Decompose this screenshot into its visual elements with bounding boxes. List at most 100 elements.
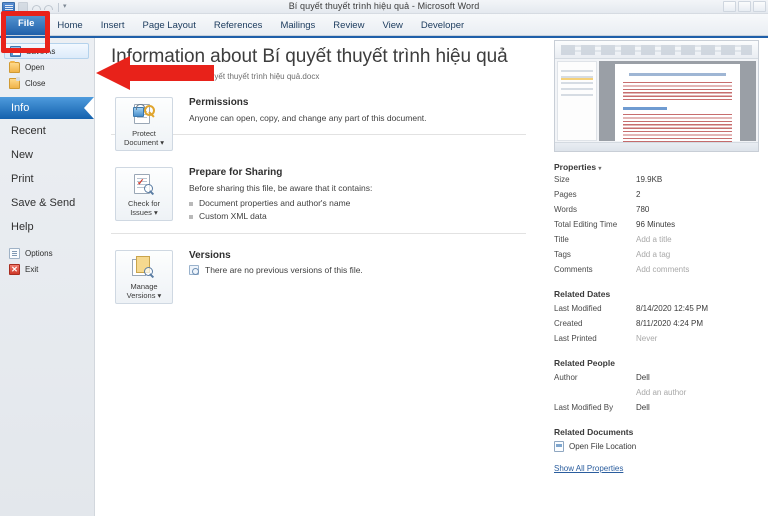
tab-developer[interactable]: Developer xyxy=(412,16,473,35)
sidebar-item-info[interactable]: Info xyxy=(0,97,94,119)
thumbnail-subheading xyxy=(623,107,667,110)
sidebar-item-open[interactable]: Open xyxy=(0,59,94,75)
table-row: Author Dell xyxy=(554,370,758,385)
check-for-issues-button[interactable]: ✓ Check for Issues ▾ xyxy=(115,167,173,221)
section-title: Prepare for Sharing xyxy=(189,167,535,178)
file-path: l\Documents\Bí quyết thuyết trình hiệu q… xyxy=(111,72,535,81)
comments-field[interactable]: Add comments xyxy=(636,262,689,277)
manage-versions-label-line2: Versions xyxy=(127,291,156,300)
property-value: 8/11/2020 4:24 PM xyxy=(636,316,703,331)
table-row[interactable]: Comments Add comments xyxy=(554,262,758,277)
show-all-properties-link[interactable]: Show All Properties xyxy=(554,464,623,473)
window-controls[interactable] xyxy=(723,1,766,12)
tab-insert[interactable]: Insert xyxy=(92,16,134,35)
open-folder-icon xyxy=(9,62,20,73)
property-label: Created xyxy=(554,316,636,331)
dropdown-caret-icon[interactable]: ▾ xyxy=(154,208,158,217)
list-item: Document properties and author's name xyxy=(189,197,535,210)
protect-document-label-line2: Document xyxy=(124,138,158,147)
version-history-icon xyxy=(189,265,199,275)
minimize-button[interactable] xyxy=(723,1,736,12)
section-divider xyxy=(111,134,526,135)
manage-versions-button[interactable]: Manage Versions ▾ xyxy=(115,250,173,304)
sidebar-item-recent[interactable]: Recent xyxy=(0,119,94,143)
section-versions: Manage Versions ▾ Versions There are no … xyxy=(111,250,535,304)
protect-document-button[interactable]: Protect Document ▾ xyxy=(115,97,173,151)
dropdown-caret-icon[interactable]: ▾ xyxy=(160,138,164,147)
thumbnail-status-bar xyxy=(555,142,758,151)
title-field[interactable]: Add a title xyxy=(636,232,672,247)
table-row: Pages 2 xyxy=(554,187,758,202)
tab-review[interactable]: Review xyxy=(324,16,373,35)
sidebar-item-label: New xyxy=(11,149,33,161)
property-value: 8/14/2020 12:45 PM xyxy=(636,301,708,316)
window-title: Bí quyết thuyết trình hiệu quả - Microso… xyxy=(0,1,768,11)
add-author-field[interactable]: Add an author xyxy=(636,385,686,400)
sidebar-divider xyxy=(0,91,94,97)
sidebar-item-save-and-send[interactable]: Save & Send xyxy=(0,191,94,215)
property-label: Last Modified xyxy=(554,301,636,316)
section-permissions: Protect Document ▾ Permissions Anyone ca… xyxy=(111,97,535,151)
close-document-icon xyxy=(9,78,20,89)
table-row[interactable]: Tags Add a tag xyxy=(554,247,758,262)
related-documents-header: Related Documents xyxy=(554,427,758,437)
property-value: 2 xyxy=(636,187,640,202)
sidebar-item-save-as[interactable]: Save As xyxy=(4,43,89,59)
sidebar-item-label: Save & Send xyxy=(11,197,75,209)
sidebar-item-label: Exit xyxy=(25,265,38,274)
dropdown-caret-icon[interactable]: ▾ xyxy=(158,291,162,300)
sidebar-item-close[interactable]: Close xyxy=(0,75,94,91)
related-dates-header: Related Dates xyxy=(554,289,758,299)
properties-list: Size 19.9KB Pages 2 Words 780 Total Edit… xyxy=(554,172,758,277)
close-button[interactable] xyxy=(753,1,766,12)
tab-mailings[interactable]: Mailings xyxy=(271,16,324,35)
table-row: Created 8/11/2020 4:24 PM xyxy=(554,316,758,331)
property-label: Total Editing Time xyxy=(554,217,636,232)
thumbnail-heading xyxy=(629,73,726,76)
list-item-label: Document properties and author's name xyxy=(199,197,350,210)
table-row[interactable]: Add an author xyxy=(554,385,758,400)
manage-versions-icon xyxy=(131,256,157,280)
table-row[interactable]: Title Add a title xyxy=(554,232,758,247)
folder-location-icon xyxy=(554,441,564,452)
thumbnail-page xyxy=(615,64,740,141)
property-label: Last Modified By xyxy=(554,400,636,415)
sidebar-item-exit[interactable]: ✕ Exit xyxy=(0,261,94,277)
sidebar-item-options[interactable]: Options xyxy=(0,245,94,261)
tab-references[interactable]: References xyxy=(205,16,272,35)
tab-file[interactable]: File xyxy=(4,13,48,35)
check-for-issues-label-line1: Check for xyxy=(128,199,160,208)
sidebar-item-label: Info xyxy=(11,102,29,114)
section-divider xyxy=(111,233,526,234)
thumbnail-navigation-pane xyxy=(557,61,597,141)
options-icon xyxy=(9,248,20,259)
tab-view[interactable]: View xyxy=(373,16,411,35)
section-title: Versions xyxy=(189,250,535,261)
document-thumbnail xyxy=(554,40,759,152)
thumbnail-nav-selection xyxy=(561,76,593,80)
check-for-issues-icon: ✓ xyxy=(131,173,157,197)
sidebar-item-print[interactable]: Print xyxy=(0,167,94,191)
open-file-location-link[interactable]: Open File Location xyxy=(554,441,758,452)
version-note-label: There are no previous versions of this f… xyxy=(205,265,363,275)
tab-home[interactable]: Home xyxy=(48,16,91,35)
table-row: Size 19.9KB xyxy=(554,172,758,187)
sidebar-item-help[interactable]: Help xyxy=(0,215,94,239)
sidebar-item-new[interactable]: New xyxy=(0,143,94,167)
table-row: Last Modified 8/14/2020 12:45 PM xyxy=(554,301,758,316)
ribbon-tab-strip[interactable]: File Home Insert Page Layout References … xyxy=(0,14,768,36)
tab-page-layout[interactable]: Page Layout xyxy=(133,16,204,35)
manage-versions-label-line1: Manage xyxy=(130,282,157,291)
save-as-icon xyxy=(10,46,21,57)
maximize-button[interactable] xyxy=(738,1,751,12)
backstage-sidebar: Save As Open Close Info Recent xyxy=(0,38,95,516)
property-label: Words xyxy=(554,202,636,217)
property-label: Tags xyxy=(554,247,636,262)
sharing-description: Before sharing this file, be aware that … xyxy=(189,182,535,194)
property-label: Last Printed xyxy=(554,331,636,346)
table-row: Last Modified By Dell xyxy=(554,400,758,415)
lock-and-key-icon xyxy=(131,103,157,127)
tags-field[interactable]: Add a tag xyxy=(636,247,670,262)
properties-header[interactable]: Properties ▾ xyxy=(554,162,758,172)
sidebar-item-label: Save As xyxy=(26,47,55,56)
